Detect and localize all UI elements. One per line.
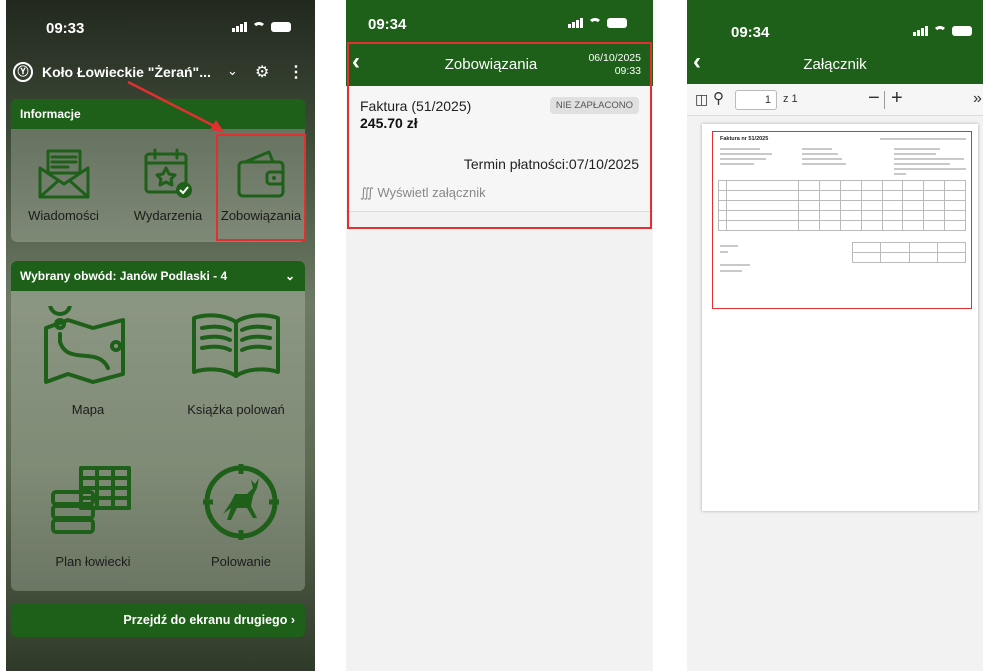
- tile-hunting[interactable]: Polowanie: [181, 462, 301, 569]
- status-icons: [232, 22, 291, 32]
- pdf-text-block: [720, 264, 750, 266]
- pdf-text-block: [894, 158, 964, 160]
- tile-map-label: Mapa: [71, 402, 105, 417]
- pdf-text-block: [720, 163, 754, 165]
- map-icon: [44, 306, 125, 384]
- pdf-text-block: [802, 153, 838, 155]
- tile-messages-label: Wiadomości: [28, 208, 99, 223]
- more-tools-chevron-icon[interactable]: »: [973, 90, 982, 108]
- deer-icon: [203, 464, 279, 540]
- zoom-divider: [884, 91, 885, 109]
- signal-icon: [913, 26, 928, 36]
- status-bar: 09:34: [346, 0, 653, 42]
- battery-icon: [607, 18, 627, 28]
- tile-messages[interactable]: Wiadomości: [16, 148, 111, 223]
- chevron-down-icon: ⌄: [284, 269, 295, 283]
- sidebar-toggle-icon[interactable]: ◫: [695, 91, 708, 108]
- wifi-icon: [588, 18, 602, 28]
- page-number-input[interactable]: 1: [735, 90, 777, 110]
- pdf-toolbar: ◫ ⚲ 1 z 1 − + »: [687, 84, 983, 116]
- calendar-icon: [144, 148, 192, 198]
- obligations-highlight-box: [216, 134, 306, 241]
- pdf-text-block: [720, 251, 728, 253]
- club-header[interactable]: Ⓨ Koło Łowieckie "Żerań"... ⌄ ⚙ ⋮: [6, 58, 315, 90]
- page-title: Załącznik: [803, 56, 867, 73]
- obligations-screen: 09:34 ‹ Zobowiązania 06/10/2025 09:33 Fa…: [346, 0, 653, 671]
- pdf-text-block: [894, 153, 936, 155]
- pdf-text-block: [894, 173, 906, 175]
- zoom-out-icon[interactable]: −: [868, 87, 880, 110]
- more-icon[interactable]: ⋮: [288, 62, 304, 82]
- pdf-text-block: [720, 153, 772, 155]
- pdf-text-block: [894, 168, 966, 170]
- next-screen-button[interactable]: Przejdź do ekranu drugiego ›: [11, 603, 305, 637]
- table-icon: [51, 466, 131, 534]
- tools-icon[interactable]: ⚙: [255, 62, 269, 82]
- pdf-items-table: [718, 180, 966, 231]
- district-card-header[interactable]: Wybrany obwód: Janów Podlaski - 4 ⌄: [11, 261, 305, 291]
- pdf-vat-table: [851, 242, 967, 263]
- pdf-text-block: [720, 148, 760, 150]
- club-logo-icon: Ⓨ: [13, 62, 33, 82]
- mail-icon: [38, 149, 89, 199]
- battery-icon: [952, 26, 972, 36]
- info-card-header: Informacje: [11, 99, 305, 129]
- district-card-title: Wybrany obwód: Janów Podlaski - 4: [20, 269, 228, 283]
- signal-icon: [232, 22, 247, 32]
- attachment-screen: 09:34 ‹ Załącznik ◫ ⚲ 1 z 1 − + » Faktur…: [687, 0, 983, 671]
- invoice-highlight-box: [347, 42, 652, 229]
- status-time: 09:33: [46, 20, 85, 37]
- pdf-page[interactable]: Faktura nr 51/2025: [702, 124, 978, 511]
- battery-icon: [271, 22, 291, 32]
- zoom-in-icon[interactable]: +: [891, 87, 903, 110]
- pdf-text-block: [720, 158, 766, 160]
- tile-hunting-plan[interactable]: Plan łowiecki: [28, 462, 158, 569]
- pdf-text-block: [894, 148, 940, 150]
- chevron-down-icon[interactable]: ⌄: [227, 63, 238, 79]
- search-icon[interactable]: ⚲: [713, 89, 724, 107]
- pdf-text-block: [802, 163, 846, 165]
- tile-hunting-plan-label: Plan łowiecki: [55, 554, 131, 569]
- wifi-icon: [933, 26, 947, 36]
- pdf-text-block: [720, 270, 742, 272]
- status-icons: [913, 26, 972, 36]
- next-screen-label: Przejdź do ekranu drugiego: [123, 613, 288, 627]
- pdf-text-block: [894, 163, 950, 165]
- pdf-text-block: [880, 138, 966, 140]
- signal-icon: [568, 18, 583, 28]
- status-icons: [568, 18, 627, 28]
- club-name[interactable]: Koło Łowieckie "Żerań"...: [42, 64, 211, 80]
- tile-hunting-book[interactable]: Książka polowań: [171, 306, 301, 417]
- pdf-text-block: [802, 148, 832, 150]
- tile-events[interactable]: Wydarzenia: [118, 148, 218, 223]
- book-icon: [192, 313, 280, 378]
- status-bar: 09:33: [6, 0, 315, 54]
- chevron-right-icon: ›: [290, 613, 295, 627]
- pdf-text-block: [802, 158, 842, 160]
- nav-bar: ‹ Załącznik: [687, 38, 983, 84]
- tile-map[interactable]: Mapa: [28, 306, 148, 417]
- pdf-text-block: [720, 245, 738, 247]
- page-count: z 1: [783, 93, 798, 105]
- wifi-icon: [252, 22, 266, 32]
- tile-events-label: Wydarzenia: [133, 208, 203, 223]
- status-bar: 09:34: [687, 0, 983, 41]
- tile-hunting-label: Polowanie: [211, 554, 271, 569]
- status-time: 09:34: [368, 16, 407, 33]
- home-screen: 09:33 Ⓨ Koło Łowieckie "Żerań"... ⌄ ⚙ ⋮ …: [6, 0, 315, 671]
- tile-hunting-book-label: Książka polowań: [187, 402, 285, 417]
- pdf-invoice-heading: Faktura nr 51/2025: [720, 136, 769, 142]
